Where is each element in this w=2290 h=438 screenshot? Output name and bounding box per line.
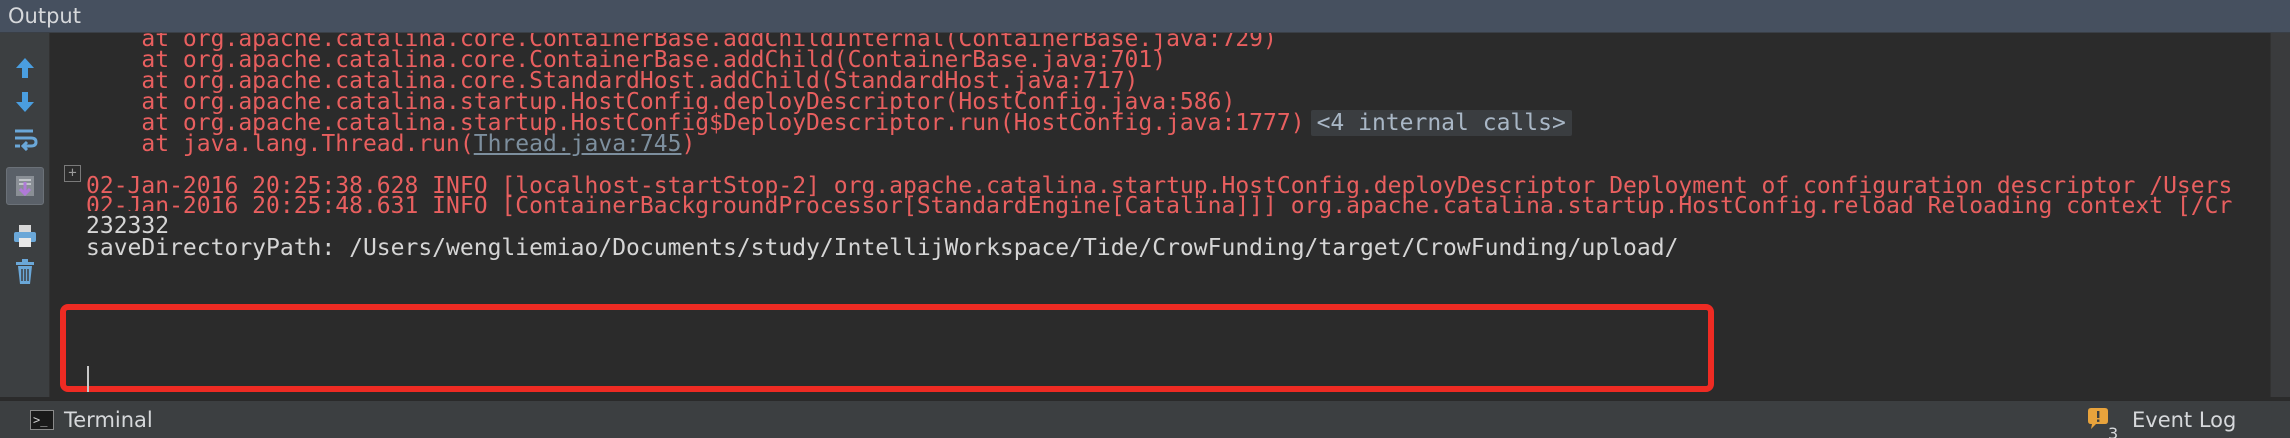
fold-gutter: + [50,33,81,397]
terminal-label: Terminal [64,408,153,432]
arrow-up-icon [16,58,34,78]
vertical-scrollbar[interactable] [2270,33,2290,397]
console-output[interactable]: at org.apache.catalina.core.ContainerBas… [86,33,2270,397]
text-caret [87,366,89,392]
internal-calls-fold[interactable]: <4 internal calls> [1310,110,1572,136]
line-text: at java.lang.Thread.run( [86,131,474,157]
clear-all-button[interactable] [6,253,44,291]
scroll-to-end-icon [16,176,34,197]
output-panel-header: Output [0,0,2290,33]
panel-title: Output [8,4,81,28]
console-line: 02-Jan-2016 20:25:48.631 INFO [Container… [86,193,2233,219]
down-button[interactable] [6,83,44,121]
event-log-icon: 3 [2086,407,2122,438]
expand-fold-icon[interactable]: + [64,165,81,182]
console-toolbar [0,33,50,397]
scroll-to-end-button[interactable] [6,167,44,205]
line-text: ) [681,131,696,157]
print-icon [14,225,36,247]
console-line: at java.lang.Thread.run(Thread.java:745) [86,129,695,159]
event-log-tab[interactable]: 3 Event Log [2086,401,2236,438]
terminal-icon: >_ [30,410,54,430]
print-button[interactable] [6,217,44,255]
console-line: saveDirectoryPath: /Users/wengliemiao/Do… [86,235,1679,261]
event-log-count: 3 [2108,424,2119,438]
soft-wrap-button[interactable] [6,119,44,157]
event-log-label: Event Log [2132,408,2237,432]
up-button[interactable] [6,49,44,87]
arrow-down-icon [16,92,34,112]
soft-wrap-icon [15,129,38,151]
status-bar: >_ Terminal 3 Event Log [0,400,2290,438]
terminal-tab[interactable]: >_ Terminal [30,401,153,438]
source-link[interactable]: Thread.java:745 [474,131,682,157]
trash-icon [16,259,34,284]
